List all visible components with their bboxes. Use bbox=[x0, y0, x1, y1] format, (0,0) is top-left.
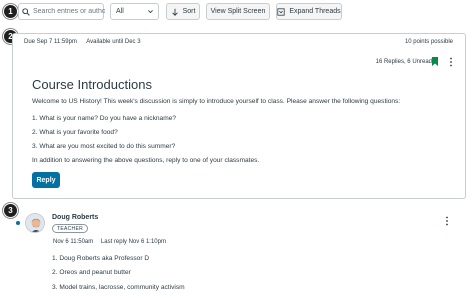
unread-indicator bbox=[16, 221, 20, 225]
entry-timestamps: Nov 6 11:50am Last reply Nov 6 1:10pm bbox=[53, 239, 172, 245]
points-possible: 10 points possible bbox=[404, 39, 453, 45]
expand-icon bbox=[277, 7, 285, 16]
expand-threads-label: Expand Threads bbox=[289, 8, 341, 15]
filter-select[interactable]: All bbox=[110, 3, 159, 20]
last-reply-time: Last reply Nov 6 1:10pm bbox=[100, 239, 166, 245]
topic-intro: Welcome to US History! This week's discu… bbox=[32, 98, 401, 105]
entry-answer-1: 1. Doug Roberts aka Professor D bbox=[52, 255, 150, 262]
chevron-down-icon bbox=[148, 10, 153, 14]
split-screen-label: View Split Screen bbox=[210, 8, 266, 15]
availability: Available until Dec 3 bbox=[86, 39, 141, 45]
due-info: Due Sep 7 11:59pm Available until Dec 3 bbox=[24, 39, 149, 45]
topic-title: Course Introductions bbox=[32, 77, 152, 92]
entry-answer-2: 2. Oreos and peanut butter bbox=[52, 269, 131, 276]
view-split-screen-button[interactable]: View Split Screen bbox=[206, 3, 270, 20]
kebab-icon[interactable] bbox=[445, 216, 449, 226]
topic-closing: In addition to answering the above quest… bbox=[32, 157, 260, 164]
expand-threads-button[interactable]: Expand Threads bbox=[276, 3, 342, 20]
sort-arrow-icon bbox=[171, 8, 178, 16]
avatar-image bbox=[26, 214, 44, 232]
entry-author[interactable]: Doug Roberts bbox=[52, 214, 98, 221]
filter-value: All bbox=[116, 8, 124, 15]
due-date: Due Sep 7 11:59pm bbox=[24, 39, 77, 45]
search-input[interactable] bbox=[33, 8, 105, 15]
role-badge: TEACHER bbox=[52, 224, 88, 233]
kebab-icon[interactable] bbox=[449, 57, 453, 67]
replies-status: 16 Replies, 6 Unread bbox=[375, 59, 432, 65]
discussion-topic-card: Due Sep 7 11:59pm Available until Dec 3 … bbox=[12, 33, 466, 199]
search-box[interactable] bbox=[18, 3, 105, 20]
posted-time: Nov 6 11:50am bbox=[53, 239, 94, 245]
sort-label: Sort bbox=[182, 8, 196, 15]
question-1: 1. What is your name? Do you have a nick… bbox=[32, 115, 177, 122]
entry-answer-3: 3. Model trains, lacrosse, community act… bbox=[52, 284, 185, 291]
question-3: 3. What are you most excited to do this … bbox=[32, 143, 176, 150]
bookmark-icon[interactable] bbox=[432, 57, 438, 66]
sort-button[interactable]: Sort bbox=[166, 3, 200, 20]
avatar[interactable] bbox=[25, 213, 45, 233]
search-icon bbox=[22, 7, 30, 16]
reply-button[interactable]: Reply bbox=[32, 172, 60, 188]
step-badge-1: 1 bbox=[4, 5, 17, 18]
question-2: 2. What is your favorite food? bbox=[32, 129, 118, 136]
step-badge-3: 3 bbox=[4, 204, 17, 217]
